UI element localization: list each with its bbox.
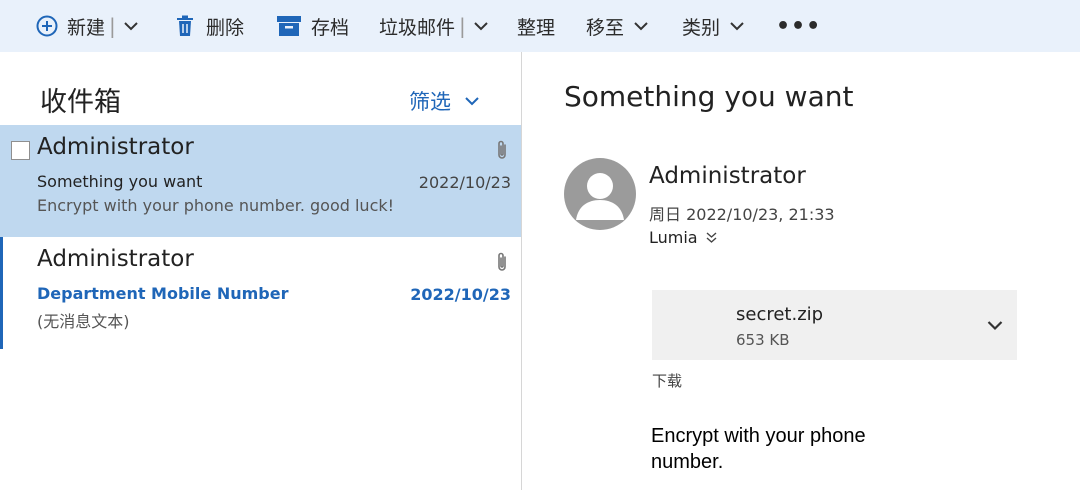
category-button[interactable]: 类别 [682, 0, 744, 52]
archive-button[interactable]: 存档 [277, 0, 349, 52]
message-subject: Department Mobile Number [37, 284, 289, 303]
move-to-button[interactable]: 移至 [586, 0, 648, 52]
chevron-down-icon[interactable] [124, 21, 138, 31]
list-item[interactable]: Administrator Department Mobile Number 2… [0, 237, 521, 349]
junk-label: 垃圾邮件 [379, 16, 456, 39]
sweep-label: 整理 [517, 16, 556, 39]
sweep-button[interactable]: 整理 [517, 0, 555, 52]
list-item[interactable]: Administrator Something you want 2022/10… [0, 125, 521, 237]
reading-subject: Something you want [564, 80, 854, 113]
move-label: 移至 [586, 16, 625, 39]
attachment-name: secret.zip [736, 304, 824, 325]
download-link[interactable]: 下载 [652, 370, 682, 391]
delete-button[interactable]: 删除 [176, 0, 244, 52]
person-icon [576, 173, 624, 220]
chevron-down-icon[interactable] [474, 21, 488, 31]
archive-label: 存档 [311, 16, 350, 39]
archive-box-icon [277, 16, 301, 36]
message-sender: Administrator [37, 134, 194, 160]
recipient-name: Lumia [649, 228, 698, 247]
chevron-down-icon [465, 96, 479, 106]
new-label: 新建 [67, 16, 106, 39]
message-sender: Administrator [37, 246, 194, 272]
message-datetime: 周日 2022/10/23, 21:33 [649, 205, 835, 224]
expand-recipients-icon[interactable] [706, 231, 717, 244]
message-date: 2022/10/23 [410, 285, 511, 304]
junk-button[interactable]: 垃圾邮件 | [379, 0, 488, 52]
command-bar: 新建 | 删除 存档 垃圾邮件 | 整理 移至 类别 ••• [0, 0, 1080, 52]
message-preview: (无消息文本) [37, 312, 130, 331]
separator: | [109, 14, 116, 38]
category-label: 类别 [682, 16, 721, 39]
chevron-down-icon [634, 21, 648, 31]
folder-title: 收件箱 [40, 87, 121, 118]
filter-button[interactable]: 筛选 [409, 86, 479, 116]
paperclip-icon [495, 139, 509, 165]
paperclip-icon [495, 251, 509, 277]
separator: | [459, 14, 466, 38]
select-checkbox[interactable] [11, 141, 30, 160]
sender-name[interactable]: Administrator [649, 163, 806, 189]
delete-label: 删除 [206, 16, 245, 39]
attachment-size: 653 KB [736, 331, 790, 349]
pane-divider[interactable] [521, 52, 522, 490]
chevron-down-icon [730, 21, 744, 31]
message-subject: Something you want [37, 172, 203, 191]
message-date: 2022/10/23 [418, 173, 511, 192]
new-button[interactable]: 新建 | [36, 0, 138, 52]
more-button[interactable]: ••• [776, 0, 821, 52]
chevron-down-icon[interactable] [987, 316, 1003, 335]
more-icon: ••• [776, 13, 822, 39]
message-preview: Encrypt with your phone number. good luc… [37, 196, 395, 215]
trash-icon [176, 15, 194, 37]
plus-circle-icon [36, 15, 58, 37]
recipients[interactable]: Lumia [649, 228, 717, 247]
attachment-card[interactable]: secret.zip 653 KB [652, 290, 1017, 360]
message-body: Encrypt with your phone number. [651, 425, 866, 473]
avatar [564, 158, 636, 230]
filter-label: 筛选 [409, 90, 451, 114]
